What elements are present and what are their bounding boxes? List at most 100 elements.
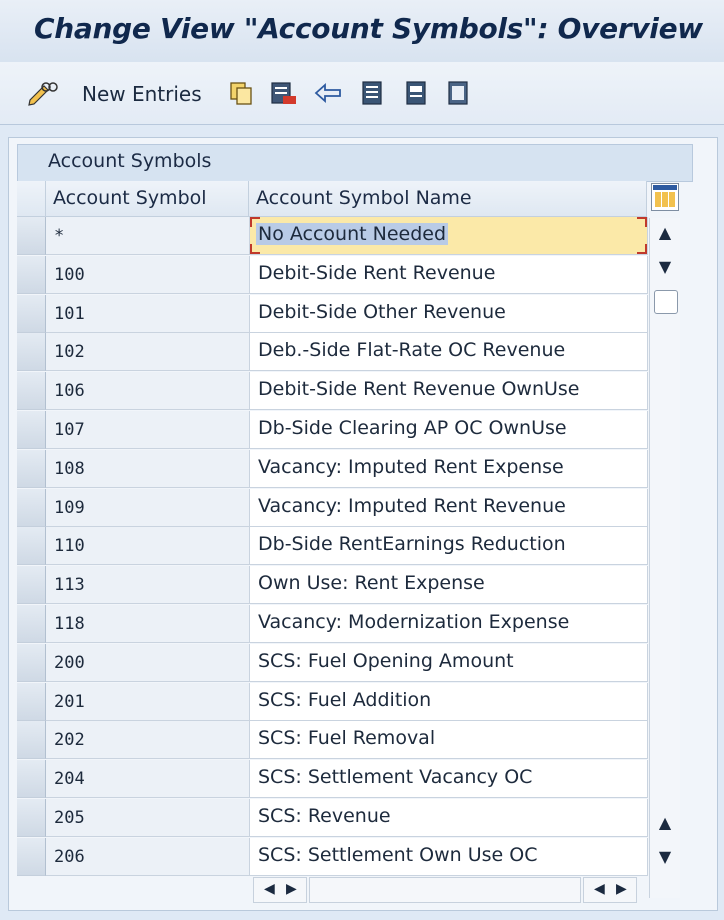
page-title: Change View "Account Symbols": Overview bbox=[34, 12, 703, 45]
row-selector[interactable] bbox=[17, 760, 46, 799]
horizontal-scroll-right-group[interactable]: ◀ ▶ bbox=[583, 877, 637, 903]
account-symbol-cell: 204 bbox=[46, 760, 250, 799]
row-selector[interactable] bbox=[17, 333, 46, 372]
row-selector[interactable] bbox=[17, 449, 46, 488]
account-symbol-value: 202 bbox=[54, 730, 85, 751]
account-symbol-value: 109 bbox=[54, 497, 85, 518]
row-selector[interactable] bbox=[17, 294, 46, 333]
row-selector[interactable] bbox=[17, 682, 46, 721]
column-config-icon[interactable] bbox=[651, 183, 679, 211]
delete-icon[interactable] bbox=[270, 80, 298, 106]
column-header-account-symbol-name[interactable]: Account Symbol Name bbox=[249, 181, 647, 217]
table-row[interactable]: 102 Deb.-Side Flat-Rate OC Revenue bbox=[17, 333, 648, 372]
account-symbol-cell: 206 bbox=[46, 837, 250, 876]
select-all-icon[interactable] bbox=[360, 80, 386, 106]
horizontal-scrollbar[interactable]: ◀ ▶ ◀ ▶ bbox=[249, 877, 646, 903]
scroll-page-down-icon[interactable]: ▼ bbox=[650, 842, 680, 872]
account-symbol-name-value: Debit-Side Rent Revenue bbox=[258, 261, 496, 284]
row-selector[interactable] bbox=[17, 566, 46, 605]
scroll-left-end-icon[interactable]: ◀ bbox=[594, 881, 605, 897]
table-row[interactable]: 113 Own Use: Rent Expense bbox=[17, 566, 648, 605]
account-symbol-name-value: SCS: Settlement Vacancy OC bbox=[258, 766, 533, 789]
table-row[interactable]: 204 SCS: Settlement Vacancy OC bbox=[17, 760, 648, 799]
horizontal-scroll-left-group[interactable]: ◀ ▶ bbox=[253, 877, 307, 903]
account-symbol-name-field[interactable]: Own Use: Rent Expense bbox=[250, 566, 648, 605]
table-row[interactable]: 118 Vacancy: Modernization Expense bbox=[17, 605, 648, 643]
row-selector[interactable] bbox=[17, 488, 46, 527]
scroll-left-icon[interactable]: ◀ bbox=[264, 881, 275, 897]
focus-corner-marker bbox=[637, 244, 647, 254]
table-row[interactable]: 205 SCS: Revenue bbox=[17, 799, 648, 837]
row-selector[interactable] bbox=[17, 721, 46, 760]
account-symbol-name-field[interactable]: SCS: Settlement Vacancy OC bbox=[250, 760, 648, 799]
horizontal-scroll-track[interactable] bbox=[309, 877, 581, 903]
account-symbol-name-field[interactable]: SCS: Fuel Opening Amount bbox=[250, 643, 648, 682]
table-row[interactable]: 110 Db-Side RentEarnings Reduction bbox=[17, 527, 648, 566]
table-row[interactable]: 206 SCS: Settlement Own Use OC bbox=[17, 837, 648, 876]
row-selector[interactable] bbox=[17, 837, 46, 876]
account-symbol-cell: 108 bbox=[46, 449, 250, 488]
table-row[interactable]: 200 SCS: Fuel Opening Amount bbox=[17, 643, 648, 682]
table-row[interactable]: 201 SCS: Fuel Addition bbox=[17, 682, 648, 721]
select-block-icon[interactable] bbox=[404, 80, 430, 106]
account-symbol-name-field[interactable]: Debit-Side Rent Revenue bbox=[250, 255, 648, 294]
account-symbol-name-field[interactable]: No Account Needed bbox=[250, 217, 648, 255]
account-symbol-name-field[interactable]: SCS: Revenue bbox=[250, 799, 648, 837]
account-symbol-cell: 205 bbox=[46, 799, 250, 837]
account-symbol-value: 108 bbox=[54, 458, 85, 479]
row-selector[interactable] bbox=[17, 799, 46, 837]
copy-icon[interactable] bbox=[228, 80, 254, 106]
scroll-right-icon[interactable]: ▶ bbox=[286, 881, 297, 897]
account-symbol-name-value: Db-Side RentEarnings Reduction bbox=[258, 533, 566, 556]
application-toolbar: New Entries bbox=[0, 62, 724, 125]
table-row[interactable]: 109 Vacancy: Imputed Rent Revenue bbox=[17, 488, 648, 527]
account-symbol-value: 204 bbox=[54, 769, 85, 790]
table-row[interactable]: 100 Debit-Side Rent Revenue bbox=[17, 255, 648, 294]
account-symbol-name-field[interactable]: SCS: Fuel Addition bbox=[250, 682, 648, 721]
scroll-up-icon[interactable]: ▲ bbox=[650, 218, 680, 248]
table-row[interactable]: 202 SCS: Fuel Removal bbox=[17, 721, 648, 760]
account-symbol-name-field[interactable]: Db-Side Clearing AP OC OwnUse bbox=[250, 411, 648, 449]
table-row[interactable]: 106 Debit-Side Rent Revenue OwnUse bbox=[17, 372, 648, 411]
undo-icon[interactable] bbox=[312, 80, 344, 106]
account-symbol-name-field[interactable]: SCS: Fuel Removal bbox=[250, 721, 648, 760]
row-selector[interactable] bbox=[17, 217, 46, 255]
account-symbol-name-field[interactable]: Debit-Side Rent Revenue OwnUse bbox=[250, 372, 648, 411]
account-symbol-name-field[interactable]: Deb.-Side Flat-Rate OC Revenue bbox=[250, 333, 648, 372]
row-selector[interactable] bbox=[17, 411, 46, 449]
account-symbol-name-field[interactable]: Debit-Side Other Revenue bbox=[250, 294, 648, 333]
select-all-rows-button[interactable] bbox=[17, 181, 46, 217]
table-row[interactable]: 108 Vacancy: Imputed Rent Expense bbox=[17, 449, 648, 488]
row-selector[interactable] bbox=[17, 643, 46, 682]
pencil-glasses-icon[interactable] bbox=[26, 80, 58, 106]
new-entries-button[interactable]: New Entries bbox=[82, 82, 202, 108]
account-symbol-cell: 102 bbox=[46, 333, 250, 372]
account-symbol-name-field[interactable]: Vacancy: Imputed Rent Revenue bbox=[250, 488, 648, 527]
row-selector[interactable] bbox=[17, 255, 46, 294]
account-symbol-value: 200 bbox=[54, 652, 85, 673]
account-symbol-cell: 202 bbox=[46, 721, 250, 760]
account-symbol-name-value: Vacancy: Imputed Rent Revenue bbox=[258, 494, 566, 517]
focus-corner-marker bbox=[250, 244, 260, 254]
table-row[interactable]: * No Account Needed bbox=[17, 217, 648, 255]
scroll-page-up-icon[interactable]: ▲ bbox=[650, 808, 680, 838]
row-selector[interactable] bbox=[17, 527, 46, 566]
account-symbol-cell: 113 bbox=[46, 566, 250, 605]
table-row[interactable]: 107 Db-Side Clearing AP OC OwnUse bbox=[17, 411, 648, 449]
column-header-account-symbol[interactable]: Account Symbol bbox=[46, 181, 249, 217]
account-symbol-cell: 110 bbox=[46, 527, 250, 566]
account-symbol-name-field[interactable]: Vacancy: Imputed Rent Expense bbox=[250, 449, 648, 488]
row-selector[interactable] bbox=[17, 605, 46, 643]
account-symbol-name-field[interactable]: Vacancy: Modernization Expense bbox=[250, 605, 648, 643]
account-symbol-value: 106 bbox=[54, 381, 85, 402]
row-selector[interactable] bbox=[17, 372, 46, 411]
account-symbol-name-value: No Account Needed bbox=[256, 223, 449, 245]
table-row[interactable]: 101 Debit-Side Other Revenue bbox=[17, 294, 648, 333]
scroll-thumb[interactable] bbox=[654, 290, 678, 314]
scroll-down-icon[interactable]: ▼ bbox=[650, 252, 680, 282]
account-symbol-name-field[interactable]: Db-Side RentEarnings Reduction bbox=[250, 527, 648, 566]
vertical-scrollbar[interactable]: ▲ ▼ ▲ ▼ bbox=[649, 218, 680, 898]
account-symbol-name-field[interactable]: SCS: Settlement Own Use OC bbox=[250, 837, 648, 876]
scroll-right-end-icon[interactable]: ▶ bbox=[616, 881, 627, 897]
deselect-all-icon[interactable] bbox=[446, 80, 472, 106]
